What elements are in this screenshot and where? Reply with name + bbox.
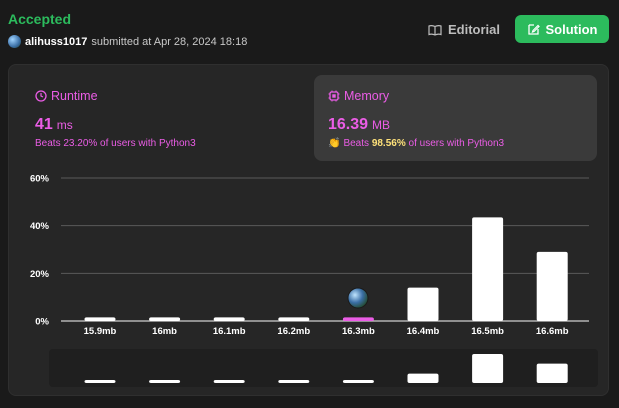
submission-status: Accepted bbox=[8, 11, 72, 27]
overview-bar-15.9mb bbox=[84, 380, 116, 383]
x-tick-label: 16.4mb bbox=[407, 326, 440, 337]
bar-15.9mb[interactable] bbox=[84, 317, 116, 321]
overview-bar-16.1mb bbox=[213, 380, 245, 383]
y-tick-label: 0% bbox=[35, 317, 49, 328]
overview-bar-16.3mb bbox=[342, 380, 374, 383]
x-tick-label: 16.3mb bbox=[342, 326, 375, 337]
x-tick-label: 16.2mb bbox=[277, 326, 310, 337]
bar-16.1mb[interactable] bbox=[213, 317, 245, 321]
y-tick-label: 20% bbox=[30, 269, 50, 280]
avatar[interactable] bbox=[8, 35, 21, 48]
editorial-button[interactable]: Editorial bbox=[420, 16, 508, 43]
bar-16.2mb[interactable] bbox=[278, 317, 310, 321]
bar-16.6mb[interactable] bbox=[536, 251, 568, 321]
x-tick-label: 16.6mb bbox=[536, 326, 569, 337]
result-panel: Runtime 41 ms Beats 23.20% of users with … bbox=[8, 64, 609, 396]
edit-icon bbox=[527, 23, 540, 35]
username-link[interactable]: alihuss1017 bbox=[25, 36, 87, 48]
memory-distribution-chart: 0% 20% 40% 60% 15.9mb 16mb 16.1mb 16.2mb 16.3mb… bbox=[30, 174, 598, 387]
x-tick-label: 16.1mb bbox=[213, 326, 246, 337]
overview-bar-16.6mb bbox=[536, 363, 568, 383]
overview-bar-16mb bbox=[149, 380, 181, 383]
y-tick-label: 40% bbox=[30, 221, 50, 232]
solution-label: Solution bbox=[545, 21, 598, 37]
overview-bar-16.5mb bbox=[472, 354, 504, 383]
submitted-text: submitted at Apr 28, 2024 18:18 bbox=[91, 35, 248, 48]
book-icon bbox=[428, 24, 442, 36]
x-tick-label: 15.9mb bbox=[84, 326, 117, 337]
chart-overview-track[interactable] bbox=[49, 349, 598, 387]
bar-16.5mb[interactable] bbox=[472, 217, 504, 321]
bar-16.4mb[interactable] bbox=[407, 287, 439, 321]
bar-16.3mb[interactable] bbox=[342, 317, 374, 321]
editorial-label: Editorial bbox=[448, 22, 501, 37]
x-tick-label: 16.5mb bbox=[471, 326, 504, 337]
y-tick-label: 60% bbox=[30, 174, 50, 185]
overview-bar-16.4mb bbox=[407, 373, 439, 383]
overview-bar-16.2mb bbox=[278, 380, 310, 383]
user-avatar-marker[interactable] bbox=[347, 287, 369, 309]
solution-button[interactable]: Solution bbox=[515, 15, 609, 43]
bar-16mb[interactable] bbox=[149, 317, 181, 321]
x-tick-label: 16mb bbox=[152, 326, 177, 337]
submission-info: alihuss1017 submitted at Apr 28, 2024 18… bbox=[8, 35, 247, 48]
